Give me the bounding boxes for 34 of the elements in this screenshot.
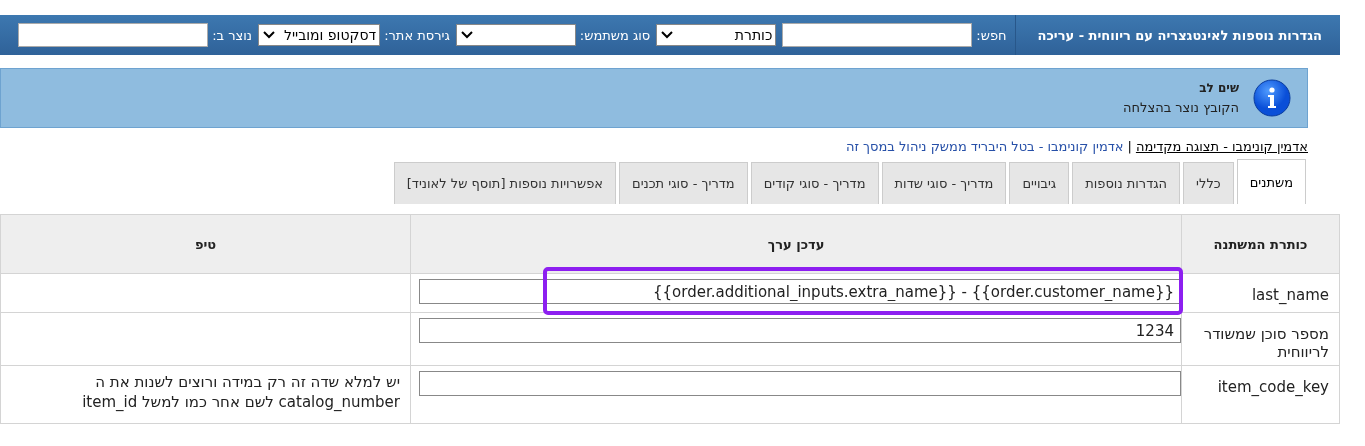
link[interactable]: אדמין קונימבו - תצוגה מקדימה	[1135, 139, 1308, 154]
tab[interactable]: מדריך - סוגי תכנים	[619, 162, 748, 204]
column-header: טיפ	[194, 236, 217, 252]
info-icon	[1253, 79, 1291, 117]
value-field[interactable]: 1234	[419, 318, 1181, 343]
filter-label: חפש:	[976, 27, 1007, 43]
tab[interactable]: מדריך - סוגי שדות	[881, 162, 1007, 204]
variable-name: last_name	[1251, 286, 1329, 304]
tab[interactable]: הגדרות נוספות	[1072, 162, 1181, 204]
search-field[interactable]	[782, 23, 973, 47]
filter-label: נוצר ב:	[212, 27, 252, 43]
column-header: כותרת המשתנה	[1213, 236, 1308, 252]
separator: |	[1127, 139, 1132, 154]
notice-message: הקובץ נוצר בהצלחה	[1123, 100, 1239, 115]
dropdown[interactable]: דסקטופ ומובייל	[257, 24, 381, 46]
tab[interactable]: משתנים	[1236, 159, 1306, 204]
link[interactable]: אדמין קונימבו - בטל היבריד ממשק ניהול במסך זה	[845, 139, 1124, 154]
tip-text: יש למלא שדה זה רק במידה ורוצים לשנות את ה catalog_number לשם אחר כמו למשל item_id	[82, 373, 400, 411]
variable-name: מספר סוכן שמשודר לריווחית	[1203, 325, 1329, 361]
value-field[interactable]	[419, 371, 1181, 396]
search-field[interactable]	[18, 23, 209, 47]
tab[interactable]: אפשרויות נוספות [תוסף של לאוניד]	[393, 162, 616, 204]
tab[interactable]: כללי	[1183, 162, 1234, 204]
notice-title: שים לב	[1198, 81, 1239, 95]
page-title: הגדרות נוספות לאינטגצריה עם ריווחית - עריכה	[1037, 27, 1322, 43]
value-field[interactable]: {{order.additional_inputs.extra_name}} - {{order.customer_name}}	[419, 279, 1181, 304]
variable-name: item_code_key	[1217, 378, 1329, 396]
filter-label: סוג משתמש:	[579, 27, 651, 43]
column-header: עדכן ערך	[767, 236, 825, 252]
dropdown[interactable]	[455, 24, 576, 46]
dropdown[interactable]: כותרת	[656, 24, 777, 46]
tab[interactable]: גיבויים	[1009, 162, 1070, 204]
tab[interactable]: מדריך - סוגי קודים	[750, 162, 879, 204]
filter-label: גירסת אתר:	[384, 27, 450, 43]
